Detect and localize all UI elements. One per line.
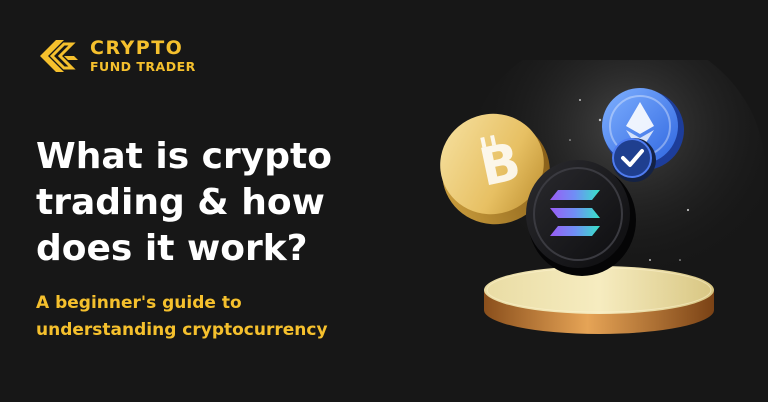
crypto-coins-illustration: B bbox=[440, 60, 765, 334]
subtitle-line-1: A beginner's guide to bbox=[36, 293, 242, 313]
cft-chevron-logo-icon bbox=[40, 40, 78, 72]
brand-name-line2: FUND TRADER bbox=[90, 59, 196, 74]
gold-pedestal bbox=[484, 266, 714, 334]
title-line-2: trading & how bbox=[36, 182, 325, 223]
brand-logo[interactable]: CRYPTO FUND TRADER bbox=[34, 32, 196, 80]
verified-check-icon bbox=[612, 138, 656, 182]
brand-name: CRYPTO FUND TRADER bbox=[90, 37, 196, 75]
page-subtitle: A beginner's guide to understanding cryp… bbox=[36, 290, 416, 344]
subtitle-line-2: understanding cryptocurrency bbox=[36, 320, 328, 340]
page-title: What is crypto trading & how does it wor… bbox=[36, 134, 416, 272]
title-line-3: does it work? bbox=[36, 228, 308, 269]
hero-banner: CRYPTO FUND TRADER What is crypto tradin… bbox=[0, 0, 768, 402]
brand-name-line1: CRYPTO bbox=[90, 37, 184, 59]
title-line-1: What is crypto bbox=[36, 136, 332, 177]
